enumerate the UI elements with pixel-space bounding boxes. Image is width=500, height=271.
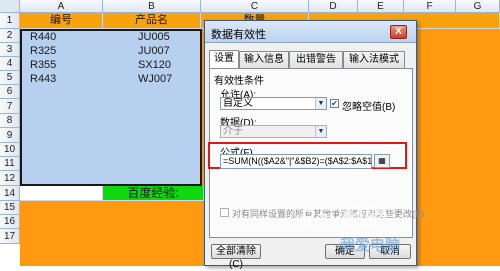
data-select[interactable]: 介于 ▼ <box>220 125 327 138</box>
cell-b1[interactable]: 产品名 <box>103 13 201 29</box>
apply-all-checkbox[interactable] <box>220 208 229 217</box>
column-header-b[interactable]: B <box>103 0 201 13</box>
row-header-9[interactable]: 9 <box>0 128 20 143</box>
row-header-8[interactable]: 8 <box>0 114 20 128</box>
column-header-f[interactable]: F <box>404 0 456 13</box>
allow-select[interactable]: 自定义 ▼ <box>220 97 327 110</box>
tab-input-message[interactable]: 输入信息 <box>239 51 289 68</box>
cell-a1[interactable]: 编号 <box>20 13 103 29</box>
column-header-e[interactable]: E <box>358 0 404 13</box>
row-header-14[interactable]: 14 <box>0 186 20 201</box>
dialog-title: 数据有效性 <box>211 29 266 41</box>
column-header-a[interactable]: A <box>20 0 103 13</box>
cell-b2[interactable]: JU005 <box>138 30 198 44</box>
cell-a3[interactable]: R325 <box>30 44 100 58</box>
formula-input[interactable]: =SUM(N(($A2&"|"&$B2)=($A$2:$A$13& <box>220 154 372 169</box>
row-header-16[interactable]: 16 <box>0 215 20 229</box>
tab-settings[interactable]: 设置 <box>209 50 239 68</box>
row-header-7[interactable]: 7 <box>0 99 20 114</box>
column-header-g[interactable]: G <box>456 0 500 13</box>
row-header-4[interactable]: 4 <box>0 57 20 71</box>
cell-a4[interactable]: R355 <box>30 58 100 72</box>
tab-error-alert[interactable]: 出错警告 <box>289 51 343 68</box>
range-picker-button[interactable]: ▦ <box>374 154 390 168</box>
row-header-15[interactable]: 15 <box>0 201 20 215</box>
select-all-corner[interactable] <box>0 0 20 13</box>
row-header-2[interactable]: 2 <box>0 29 20 43</box>
close-icon: X <box>395 26 402 37</box>
column-header-c[interactable]: C <box>201 0 309 13</box>
cell-b5[interactable]: WJ007 <box>138 72 198 86</box>
column-header-d[interactable]: D <box>309 0 358 13</box>
cell-a5[interactable]: R443 <box>30 72 100 86</box>
validation-criteria-label: 有效性条件 <box>214 76 264 87</box>
cell-b14[interactable]: 百度经验: <box>103 186 204 201</box>
row-header-1[interactable]: 1 <box>0 13 20 29</box>
row-header-6[interactable]: 6 <box>0 85 20 99</box>
row-header-11[interactable]: 11 <box>0 157 20 171</box>
close-button[interactable]: X <box>390 25 407 39</box>
cell-b4[interactable]: SX120 <box>138 58 198 72</box>
row-header-17[interactable]: 17 <box>0 229 20 244</box>
row-header-10[interactable]: 10 <box>0 143 20 157</box>
row-header-3[interactable]: 3 <box>0 43 20 57</box>
orange-area-lower <box>20 201 201 266</box>
site-watermark: 我爱电脑 <box>340 237 401 254</box>
dialog-titlebar[interactable]: 数据有效性 X <box>205 21 416 43</box>
ignore-blank-label: 忽略空值(B) <box>342 102 396 113</box>
cell-a14[interactable] <box>20 186 103 201</box>
baidu-watermark: Bai 经验 <box>300 205 385 230</box>
ignore-blank-checkbox[interactable]: ✔ <box>330 99 339 108</box>
tab-ime-mode[interactable]: 输入法模式 <box>343 51 405 68</box>
cell-b3[interactable]: JU007 <box>138 44 198 58</box>
chevron-down-icon: ▼ <box>315 126 326 137</box>
row-header-5[interactable]: 5 <box>0 71 20 85</box>
clear-all-button[interactable]: 全部清除(C) <box>211 244 261 270</box>
range-picker-icon: ▦ <box>378 156 386 165</box>
cell-a2[interactable]: R440 <box>30 30 100 44</box>
chevron-down-icon: ▼ <box>315 98 326 109</box>
allow-value: 自定义 <box>223 98 253 109</box>
data-value: 介于 <box>223 126 243 137</box>
row-header-12[interactable]: 12 <box>0 171 20 186</box>
